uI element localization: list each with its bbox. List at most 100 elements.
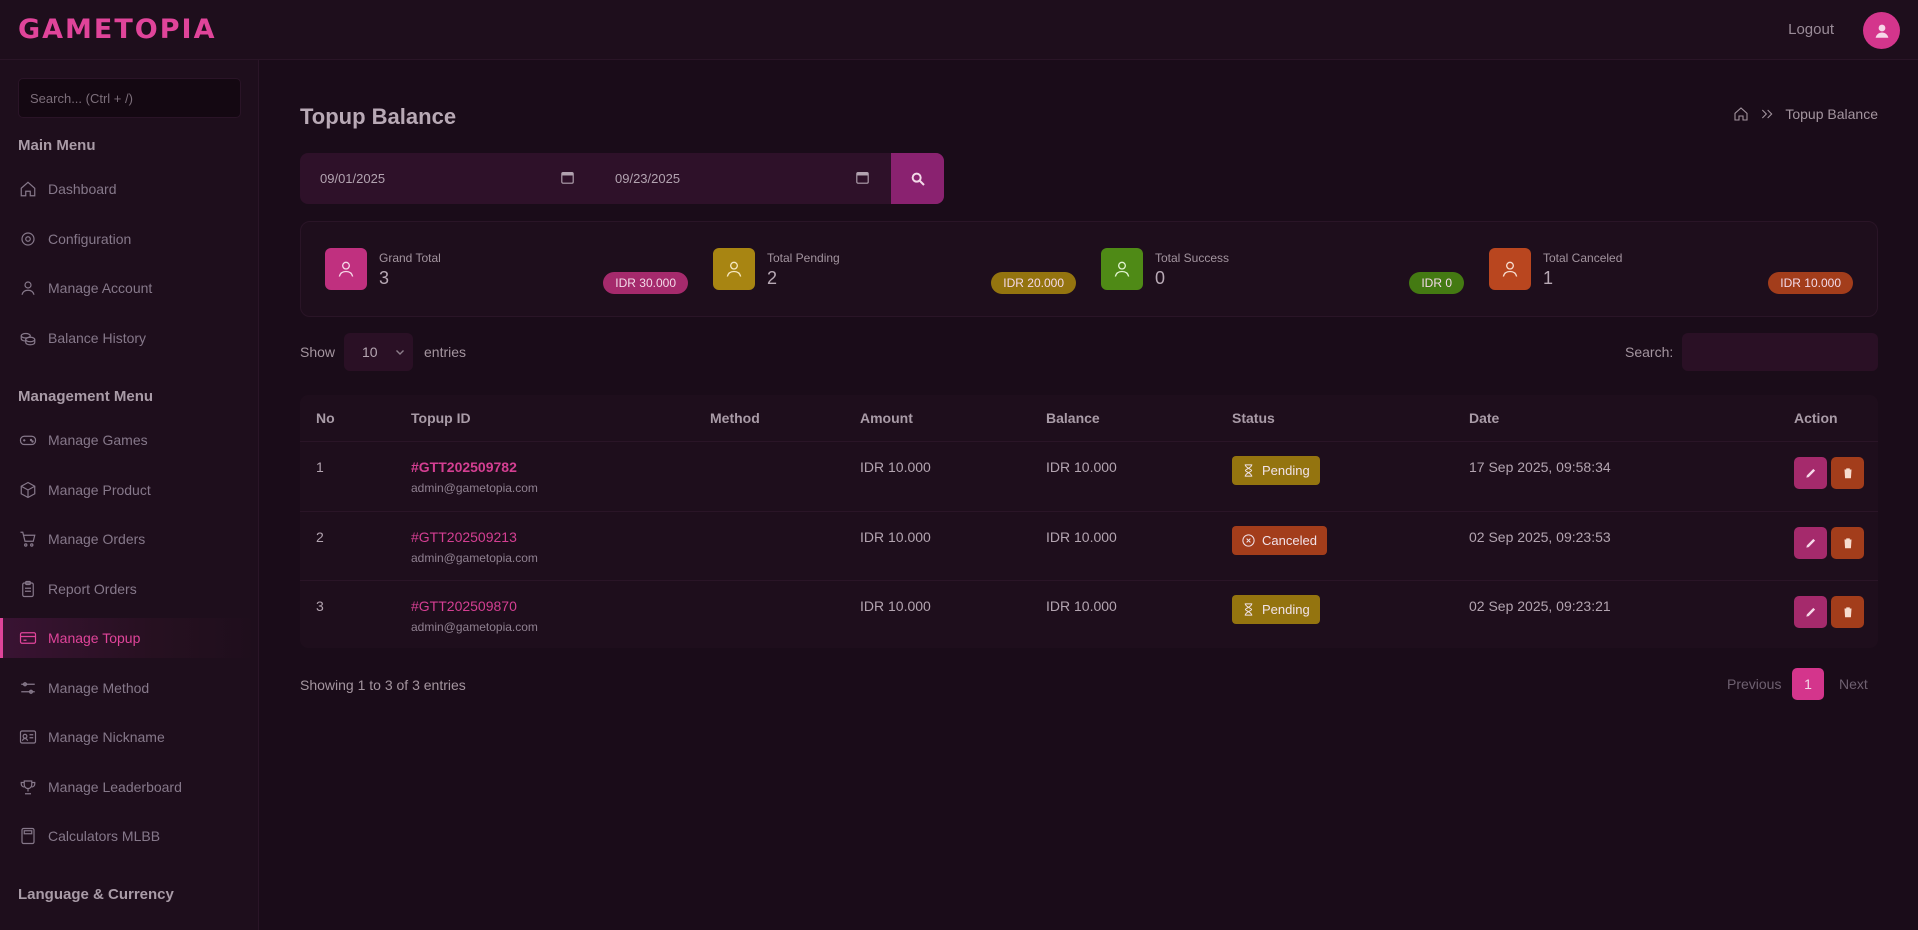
sidebar-item-label: Manage Nickname — [48, 729, 165, 745]
row-3-topup-id[interactable]: #GTT202509870 — [411, 598, 517, 614]
clipboard-icon — [18, 580, 37, 599]
row-3-edit-button[interactable] — [1794, 596, 1827, 628]
sidebar-item-configuration[interactable]: Configuration — [0, 219, 258, 259]
stat-label: Grand Total — [379, 251, 441, 265]
coins-icon — [18, 329, 37, 348]
sidebar-item-manage-topup[interactable]: Manage Topup — [0, 618, 258, 658]
stat-value: 3 — [379, 268, 390, 288]
row-1-edit-button[interactable] — [1794, 457, 1827, 489]
row-2-edit-button[interactable] — [1794, 527, 1827, 559]
user-icon — [726, 261, 742, 277]
user-avatar[interactable] — [1863, 12, 1900, 49]
calendar-icon[interactable] — [856, 171, 869, 184]
home-icon[interactable] — [1733, 106, 1749, 122]
trash-icon — [1843, 538, 1852, 549]
showing-entries-text: Showing 1 to 3 of 3 entries — [300, 677, 466, 693]
pencil-icon — [1805, 468, 1815, 478]
page-size-value: 10 — [362, 344, 378, 360]
sidebar-search-input[interactable] — [18, 78, 241, 118]
sidebar-item-balance-history[interactable]: Balance History — [0, 318, 258, 358]
start-date-input[interactable]: 09/01/2025 — [300, 153, 574, 204]
sidebar-item-manage-orders[interactable]: Manage Orders — [0, 519, 258, 559]
column-header-date[interactable]: Date — [1469, 410, 1499, 426]
table-search-input[interactable] — [1682, 333, 1878, 371]
hourglass-icon — [1244, 603, 1253, 616]
date-filter-bar: 09/01/2025 09/23/2025 — [300, 153, 944, 204]
stat-icon-box — [325, 248, 367, 290]
row-1-date: 17 Sep 2025, 09:58:34 — [1469, 459, 1611, 475]
stat-icon-box — [713, 248, 755, 290]
chevrons-right-icon — [1762, 109, 1773, 119]
end-date-input[interactable]: 09/23/2025 — [595, 153, 869, 204]
row-2-delete-button[interactable] — [1831, 527, 1864, 559]
row-1-delete-button[interactable] — [1831, 457, 1864, 489]
column-header-method[interactable]: Method — [710, 410, 760, 426]
status-label: Pending — [1262, 463, 1310, 478]
gamepad-icon — [18, 431, 37, 450]
brand-logo[interactable]: GAMETOPIA — [18, 14, 216, 45]
home-icon — [18, 180, 37, 199]
sidebar-item-manage-games[interactable]: Manage Games — [0, 420, 258, 460]
stat-total-canceled: Total Canceled 1 IDR 10.000 — [1489, 248, 1853, 294]
row-3-email: admin@gametopia.com — [411, 620, 538, 634]
calendar-icon[interactable] — [561, 171, 574, 184]
status-label: Canceled — [1262, 533, 1317, 548]
stat-icon-box — [1489, 248, 1531, 290]
row-1-topup-id[interactable]: #GTT202509782 — [411, 459, 517, 475]
row-3-status-badge: Pending — [1232, 595, 1320, 624]
sliders-icon — [18, 679, 37, 698]
page-1-button[interactable]: 1 — [1792, 668, 1824, 700]
column-header-action[interactable]: Action — [1794, 410, 1838, 426]
column-header-status[interactable]: Status — [1232, 410, 1275, 426]
column-header-balance[interactable]: Balance — [1046, 410, 1100, 426]
column-header-amount[interactable]: Amount — [860, 410, 913, 426]
gear-icon — [18, 230, 37, 249]
search-icon — [911, 172, 925, 186]
sidebar-item-dashboard[interactable]: Dashboard — [0, 169, 258, 209]
sidebar-item-label: Manage Games — [48, 432, 148, 448]
user-icon — [338, 261, 354, 277]
chevron-down-icon — [396, 350, 404, 355]
row-1-amount: IDR 10.000 — [860, 459, 931, 475]
sidebar-item-manage-leaderboard[interactable]: Manage Leaderboard — [0, 767, 258, 807]
user-icon — [1875, 24, 1888, 38]
sidebar-item-label: Manage Product — [48, 482, 151, 498]
row-3-delete-button[interactable] — [1831, 596, 1864, 628]
trash-icon — [1843, 607, 1852, 618]
entries-label: entries — [424, 344, 467, 360]
sidebar-item-calculators-mlbb[interactable]: Calculators MLBB — [0, 816, 258, 856]
page-title: Topup Balance — [300, 104, 457, 129]
sidebar-item-manage-account[interactable]: Manage Account — [0, 268, 258, 308]
sidebar-item-report-orders[interactable]: Report Orders — [0, 569, 258, 609]
sidebar-item-label: Configuration — [48, 231, 132, 247]
column-header-topup-id[interactable]: Topup ID — [411, 410, 471, 426]
date-filter-search-button[interactable] — [891, 153, 944, 204]
stat-value: 2 — [767, 268, 778, 288]
logout-link[interactable]: Logout — [1788, 21, 1834, 38]
sidebar: Main Menu Dashboard Configuration Manage… — [0, 60, 259, 930]
row-1-email: admin@gametopia.com — [411, 481, 538, 495]
row-2-date: 02 Sep 2025, 09:23:53 — [1469, 529, 1611, 545]
page-size-select[interactable]: 10 — [344, 333, 413, 371]
stat-amount-badge: IDR 0 — [1409, 272, 1464, 294]
status-label: Pending — [1262, 602, 1310, 617]
sidebar-item-label: Calculators MLBB — [48, 828, 161, 844]
sidebar-item-manage-method[interactable]: Manage Method — [0, 668, 258, 708]
row-2-amount: IDR 10.000 — [860, 529, 931, 545]
column-header-no[interactable]: No — [316, 410, 335, 426]
stats-card: Grand Total 3 IDR 30.000 Total Pending 2… — [300, 221, 1878, 317]
user-icon — [18, 279, 37, 298]
sidebar-item-manage-product[interactable]: Manage Product — [0, 470, 258, 510]
stat-total-success: Total Success 0 IDR 0 — [1101, 248, 1464, 294]
next-page-button[interactable]: Next — [1839, 668, 1868, 700]
row-1-no: 1 — [316, 459, 324, 475]
previous-page-button[interactable]: Previous — [1727, 668, 1781, 700]
hourglass-icon — [1244, 464, 1253, 477]
wallet-icon — [18, 629, 37, 648]
sidebar-item-label: Manage Method — [48, 680, 150, 696]
pencil-icon — [1805, 607, 1815, 617]
row-2-topup-id[interactable]: #GTT202509213 — [411, 529, 517, 545]
sidebar-item-manage-nickname[interactable]: Manage Nickname — [0, 717, 258, 757]
box-icon — [18, 481, 37, 500]
row-2-balance: IDR 10.000 — [1046, 529, 1117, 545]
